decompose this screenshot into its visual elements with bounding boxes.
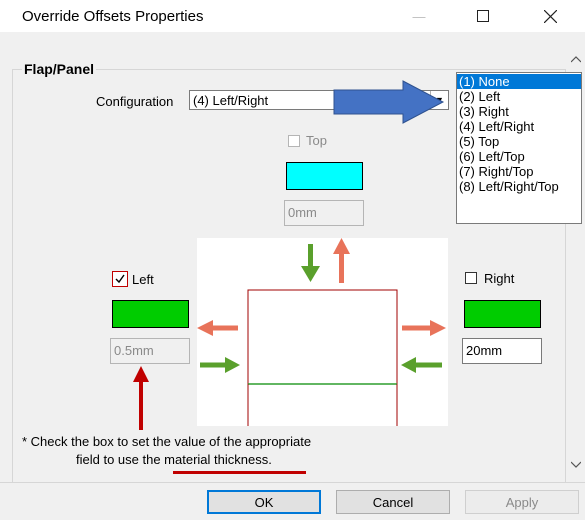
material-thickness-text: material thickness [164, 452, 269, 467]
arrow-left-icon [401, 357, 442, 373]
apply-button[interactable]: Apply [465, 490, 579, 514]
left-color-swatch[interactable] [112, 300, 189, 328]
diagram-canvas [197, 238, 446, 426]
group-label: Flap/Panel [22, 61, 97, 77]
note-line-2-prefix: field to use the [76, 452, 165, 467]
top-color-swatch[interactable] [286, 162, 363, 190]
dropdown-option[interactable]: (1) None [457, 74, 581, 89]
minimize-icon: — [412, 8, 426, 24]
right-label: Right [484, 271, 515, 286]
arrow-up-icon [333, 238, 350, 283]
annotation-underline [173, 471, 306, 474]
left-label: Left [132, 272, 154, 287]
dropdown-option[interactable]: (8) Left/Right/Top [457, 179, 581, 194]
close-icon [543, 9, 557, 23]
ok-button[interactable]: OK [207, 490, 321, 514]
left-offset-input[interactable]: 0.5mm [110, 338, 190, 364]
top-label: Top [306, 133, 327, 148]
dropdown-option[interactable]: (3) Right [457, 104, 581, 119]
note-line-2-suffix: . [268, 452, 272, 467]
flap-panel-diagram [197, 238, 448, 426]
arrow-right-icon [200, 357, 240, 373]
arrow-down-icon [301, 244, 320, 282]
arrow-left-icon [197, 320, 238, 336]
right-offset-input[interactable]: 20mm [462, 338, 542, 364]
dropdown-option[interactable]: (4) Left/Right [457, 119, 581, 134]
footer-divider [0, 482, 585, 483]
scroll-down-icon[interactable] [571, 461, 581, 468]
configuration-label: Configuration [96, 94, 174, 109]
note-line-1: * Check the box to set the value of the … [22, 434, 312, 449]
top-checkbox[interactable] [288, 135, 300, 147]
minimize-button[interactable]: — [396, 0, 442, 32]
scroll-up-icon[interactable] [571, 56, 581, 63]
window-title: Override Offsets Properties [22, 8, 204, 25]
annotation-arrow-up-icon [133, 366, 149, 430]
dropdown-option[interactable]: (2) Left [457, 89, 581, 104]
cancel-button[interactable]: Cancel [336, 490, 450, 514]
dropdown-option[interactable]: (7) Right/Top [457, 164, 581, 179]
maximize-button[interactable] [460, 0, 506, 32]
close-button[interactable] [527, 0, 573, 32]
left-checkbox[interactable] [112, 271, 128, 287]
title-bar: Override Offsets Properties — [0, 0, 585, 32]
maximize-icon [477, 10, 489, 22]
annotation-arrow-icon [333, 80, 445, 124]
dropdown-option[interactable]: (5) Top [457, 134, 581, 149]
right-checkbox[interactable] [465, 272, 477, 284]
note-line-2: field to use the material thickness. [76, 452, 272, 467]
configuration-dropdown-list[interactable]: (1) None (2) Left (3) Right (4) Left/Rig… [456, 72, 582, 224]
configuration-selected-value: (4) Left/Right [193, 93, 269, 108]
arrow-right-icon [402, 320, 446, 336]
dropdown-option[interactable]: (6) Left/Top [457, 149, 581, 164]
checkmark-icon [115, 274, 125, 284]
top-offset-input[interactable]: 0mm [284, 200, 364, 226]
right-color-swatch[interactable] [464, 300, 541, 328]
